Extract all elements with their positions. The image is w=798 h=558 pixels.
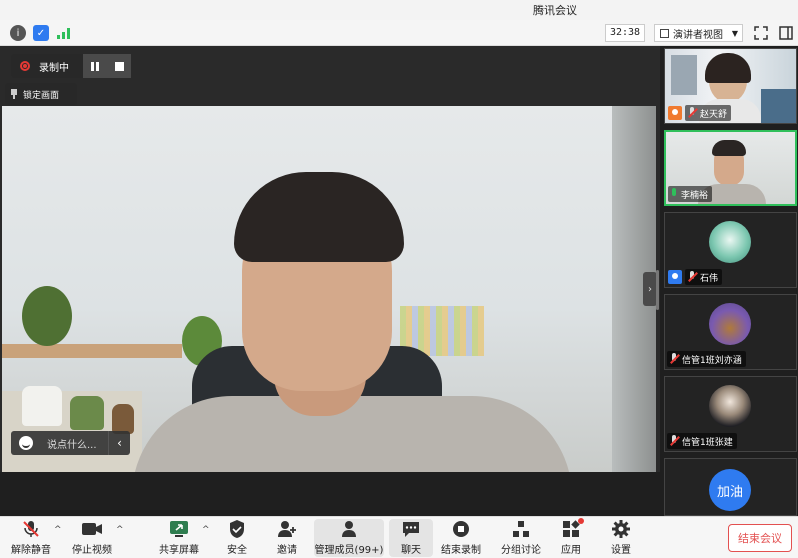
mic-on-icon	[670, 188, 678, 200]
signal-icon[interactable]	[56, 25, 72, 41]
meeting-toolbar: 解除静音 ^ 停止视频 ^ 共享屏幕 ^ 安全 邀请 管理成员(99+) 聊天 …	[0, 516, 798, 558]
lock-view-button[interactable]: 锁定画面	[5, 83, 77, 105]
participant-name: 石伟	[700, 273, 719, 284]
manage-members-button[interactable]: 管理成员(99+)	[314, 519, 384, 557]
chat-placeholder: 说点什么...	[47, 439, 97, 451]
chevron-up-icon[interactable]: ^	[54, 525, 62, 535]
mic-muted-icon	[20, 519, 42, 539]
security-button[interactable]: 安全	[222, 519, 252, 557]
title-bar: 腾讯会议	[0, 0, 798, 20]
view-mode-label: 演讲者视图	[673, 29, 723, 41]
recording-indicator: 录制中	[11, 54, 131, 78]
participant-sidebar: 赵天舒 李楠裕 石伟 信管1班刘亦涵 信管1班张建 加油	[660, 46, 798, 516]
end-meeting-button[interactable]: 结束会议	[728, 524, 792, 552]
invite-button[interactable]: 邀请	[272, 519, 302, 557]
invite-label: 邀请	[277, 545, 297, 556]
meeting-info-bar: i ✓ 32:38 演讲者视图 ▼	[0, 20, 798, 46]
breakout-button[interactable]: 分组讨论	[499, 519, 543, 557]
end-recording-label: 结束录制	[441, 545, 481, 556]
camera-icon	[81, 519, 103, 539]
participant-tile[interactable]: 信管1班张建	[664, 376, 797, 452]
grid-icon	[660, 28, 669, 38]
chevron-left-icon[interactable]: ‹	[108, 431, 130, 455]
shield-icon	[226, 519, 248, 539]
pin-icon	[11, 89, 17, 99]
chevron-up-icon[interactable]: ^	[202, 525, 210, 535]
stop-icon	[114, 61, 124, 71]
participant-name: 信管1班刘亦涵	[682, 355, 742, 366]
gear-icon	[610, 519, 632, 539]
stop-video-button[interactable]: 停止视频	[70, 519, 114, 557]
user-icon	[668, 106, 682, 120]
unmute-button[interactable]: 解除静音	[10, 519, 52, 557]
avatar: 加油	[709, 469, 751, 511]
window-title: 腾讯会议	[533, 4, 577, 17]
shield-icon[interactable]: ✓	[33, 25, 49, 41]
scrollbar[interactable]	[656, 270, 659, 310]
record-icon	[20, 61, 30, 71]
chat-icon	[400, 519, 422, 539]
share-screen-label: 共享屏幕	[159, 545, 199, 556]
avatar-text: 加油	[716, 484, 743, 500]
participant-tile[interactable]: 信管1班刘亦涵	[664, 294, 797, 370]
mic-muted-icon	[669, 435, 679, 447]
recording-label: 录制中	[39, 62, 69, 74]
participant-name-tag: 信管1班刘亦涵	[667, 351, 746, 367]
user-icon	[668, 270, 682, 284]
stop-recording-button[interactable]	[107, 54, 131, 78]
unmute-label: 解除静音	[11, 545, 51, 556]
mic-muted-icon	[687, 271, 697, 283]
main-video[interactable]: 录制中 锁定画面 说点什么... ‹	[0, 46, 660, 472]
apps-icon	[560, 518, 584, 539]
view-mode-dropdown[interactable]: 演讲者视图 ▼	[654, 24, 743, 42]
fullscreen-icon[interactable]	[753, 25, 769, 41]
end-recording-button[interactable]: 结束录制	[440, 519, 482, 557]
emoji-icon[interactable]	[19, 436, 33, 450]
chevron-up-icon[interactable]: ^	[116, 525, 124, 535]
stop-video-label: 停止视频	[72, 545, 112, 556]
chat-button[interactable]: 聊天	[389, 519, 433, 557]
participant-name: 赵天舒	[700, 109, 728, 120]
layout-icon[interactable]	[778, 25, 794, 41]
mic-muted-icon	[687, 107, 697, 119]
apps-label: 应用	[561, 545, 581, 556]
avatar	[709, 221, 751, 263]
quick-chat-input[interactable]: 说点什么... ‹	[11, 431, 130, 455]
lock-view-label: 锁定画面	[23, 90, 60, 101]
participant-name-tag: 赵天舒	[685, 105, 732, 121]
pause-recording-button[interactable]	[83, 54, 107, 78]
notification-dot	[578, 518, 584, 524]
speaker-video-feed	[2, 106, 656, 472]
collapse-sidebar-button[interactable]: ›	[643, 272, 657, 306]
share-screen-icon	[168, 519, 190, 539]
avatar	[709, 303, 751, 345]
participant-name: 信管1班张建	[682, 437, 733, 448]
breakout-label: 分组讨论	[501, 545, 541, 556]
chat-label: 聊天	[401, 545, 421, 556]
members-icon	[338, 519, 360, 539]
mic-muted-icon	[669, 353, 679, 365]
participant-name: 李楠裕	[681, 190, 709, 201]
avatar	[709, 385, 751, 427]
chevron-down-icon: ▼	[731, 28, 738, 38]
participant-name-tag: 石伟	[685, 269, 723, 285]
breakout-icon	[510, 519, 532, 539]
participant-name-tag: 信管1班张建	[667, 433, 737, 449]
participant-tile[interactable]: 石伟	[664, 212, 797, 288]
participant-name-tag: 李楠裕	[668, 186, 713, 202]
apps-button[interactable]: 应用	[558, 518, 584, 557]
share-screen-button[interactable]: 共享屏幕	[158, 519, 200, 557]
participant-tile[interactable]: 加油	[664, 458, 797, 516]
participant-tile[interactable]: 李楠裕	[664, 130, 797, 206]
info-icon[interactable]: i	[10, 25, 26, 41]
stop-record-icon	[450, 519, 472, 539]
settings-label: 设置	[611, 545, 631, 556]
participant-tile[interactable]: 赵天舒	[664, 48, 797, 124]
settings-button[interactable]: 设置	[608, 519, 634, 557]
meeting-timer: 32:38	[605, 24, 645, 42]
pause-icon	[91, 61, 99, 71]
add-user-icon	[276, 519, 298, 539]
security-label: 安全	[227, 545, 247, 556]
manage-members-label: 管理成员(99+)	[314, 545, 384, 556]
